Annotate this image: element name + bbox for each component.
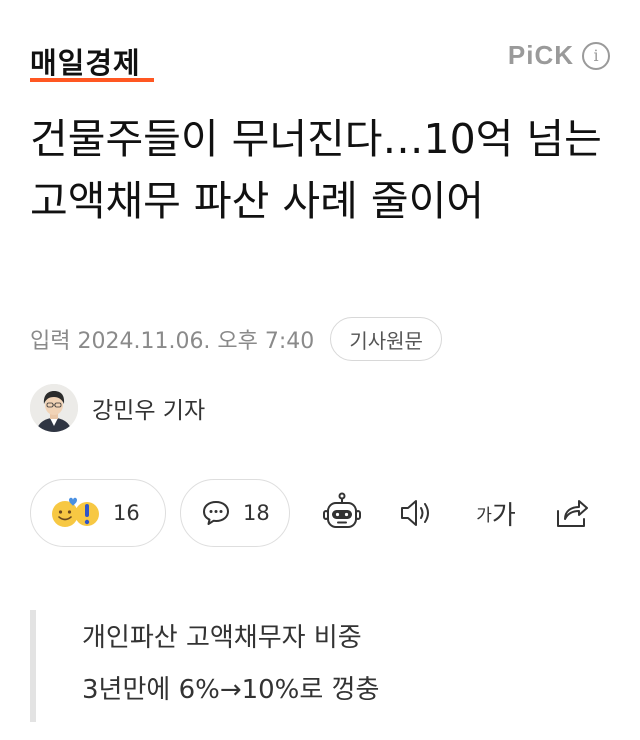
share-icon xyxy=(557,500,588,527)
reaction-emoji-icon xyxy=(52,497,99,527)
press-logo[interactable]: 매일경제 xyxy=(30,40,141,82)
original-article-button[interactable]: 기사원문 xyxy=(330,317,442,361)
article-title: 건물주들이 무너진다…10억 넘는 고액채무 파산 사례 줄이어 xyxy=(30,115,602,225)
publish-date: 입력 2024.11.06. 오후 7:40 xyxy=(30,329,315,354)
reaction-count: 16 xyxy=(113,501,140,525)
text-to-speech-button[interactable] xyxy=(392,489,440,537)
font-size-button[interactable]: 가 가 xyxy=(466,489,526,537)
pick-label: PiCK xyxy=(507,40,574,70)
author-name: 강민우 기자 xyxy=(92,398,206,424)
comment-button[interactable]: 18 xyxy=(180,479,290,547)
font-size-large-label: 가 xyxy=(491,500,516,531)
article-meta: 입력 2024.11.06. 오후 7:40 기사원문 xyxy=(30,316,442,362)
robot-icon xyxy=(323,492,361,528)
comment-icon xyxy=(203,501,229,525)
press-logo-underline xyxy=(30,78,154,82)
reaction-button[interactable]: 16 xyxy=(30,479,166,547)
avatar xyxy=(30,384,78,432)
font-size-small-label: 가 xyxy=(476,505,492,526)
reporter-photo-icon xyxy=(30,384,78,432)
share-button[interactable] xyxy=(548,489,596,537)
author-info[interactable]: 강민우 기자 xyxy=(30,384,205,432)
comment-count: 18 xyxy=(243,501,270,525)
summary-bot-button[interactable] xyxy=(318,489,366,537)
article-action-bar: 16 18 가 가 xyxy=(30,478,620,548)
subtitle-line-2: 3년만에 6%→10%로 껑충 xyxy=(82,675,380,705)
subtitle-line-1: 개인파산 고액채무자 비중 xyxy=(82,623,362,653)
pick-badge[interactable]: PiCK i xyxy=(508,40,610,71)
article-header: 매일경제 PiCK i xyxy=(0,0,640,100)
article-subtitle: 개인파산 고액채무자 비중 3년만에 6%→10%로 껑충 xyxy=(30,610,620,722)
info-icon[interactable]: i xyxy=(582,41,610,70)
speaker-icon xyxy=(401,500,429,526)
